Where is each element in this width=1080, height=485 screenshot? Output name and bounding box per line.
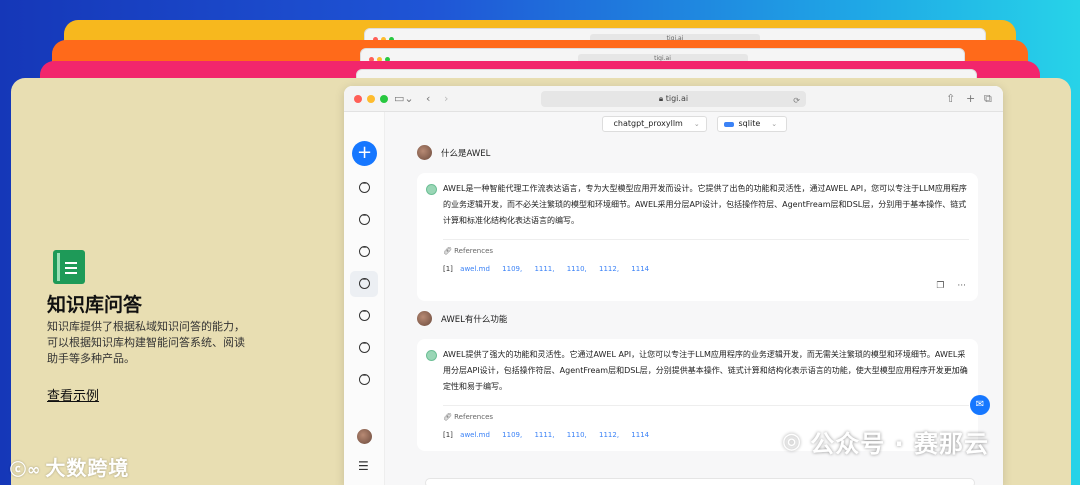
sidebar-chat-item[interactable] xyxy=(350,239,378,265)
avatar xyxy=(417,145,432,160)
sidebar-chat-item[interactable] xyxy=(350,207,378,233)
share-icon[interactable]: ⇧ xyxy=(946,92,955,105)
reference-page-link[interactable]: 1114 xyxy=(631,431,649,439)
view-example-link[interactable]: 查看示例 xyxy=(47,385,99,404)
back-icon[interactable]: ‹ xyxy=(426,92,430,105)
reference-file-link[interactable]: awel.md xyxy=(460,265,490,273)
maximize-window-icon[interactable] xyxy=(380,95,388,103)
brand-logo: ⓒ∞ 大数跨境 xyxy=(10,452,129,481)
model-select-value: chatgpt_proxyllm xyxy=(613,119,683,128)
chat-icon xyxy=(358,210,370,225)
chat-icon xyxy=(358,274,370,289)
sidebar-chat-item[interactable] xyxy=(350,367,378,393)
database-select[interactable]: sqlite ⌄ xyxy=(716,116,787,132)
chat-icon xyxy=(358,242,370,257)
address-url: tigi.ai xyxy=(665,94,689,103)
chat-icon xyxy=(358,370,370,385)
close-window-icon[interactable] xyxy=(354,95,362,103)
new-tab-icon[interactable]: + xyxy=(966,92,975,105)
question-text: AWEL有什么功能 xyxy=(441,314,508,325)
reference-page-link[interactable]: 1109, xyxy=(502,431,522,439)
reference-page-link[interactable]: 1109, xyxy=(502,265,522,273)
sidebar-chat-item[interactable] xyxy=(350,175,378,201)
app-sidebar: + ☰ ⚙ xyxy=(344,112,385,485)
chat-icon xyxy=(358,178,370,193)
references: 🔗︎ References [1] awel.md 1109, 1111, 11… xyxy=(443,239,969,277)
reference-file-link[interactable]: awel.md xyxy=(460,431,490,439)
book-icon xyxy=(53,250,85,284)
watermark-text: 公众号 · 赛那云 xyxy=(810,430,990,458)
chat-input[interactable] xyxy=(425,478,975,485)
link-icon: 🔗︎ xyxy=(443,413,452,421)
references-label: References xyxy=(454,413,494,421)
new-chat-button[interactable]: + xyxy=(352,141,377,166)
user-question: AWEL有什么功能 xyxy=(417,311,507,326)
assistant-avatar-icon xyxy=(426,350,437,361)
menu-icon[interactable]: ☰ xyxy=(358,459,369,473)
model-selector-bar: chatgpt_proxyllm ⌄ sqlite ⌄ xyxy=(385,116,1003,132)
references-label: References xyxy=(454,247,494,255)
link-icon: 🔗︎ xyxy=(443,247,452,255)
feature-description: 知识库提供了根据私域知识问答的能力，可以根据知识库构建智能问答系统、阅读助手等多… xyxy=(47,320,245,365)
assistant-avatar-icon xyxy=(426,184,437,195)
chat-icon xyxy=(358,306,370,321)
reference-index: [1] xyxy=(443,431,453,439)
wechat-icon: ◎ xyxy=(782,429,803,454)
sqlite-icon xyxy=(723,121,734,127)
answer-actions: ❐ ··· xyxy=(936,278,966,294)
sidebar-chat-item[interactable] xyxy=(350,335,378,361)
brand-name: 大数跨境 xyxy=(45,456,130,480)
tabs-overview-icon[interactable]: ⧉ xyxy=(984,92,992,106)
lock-icon: 🔒︎ xyxy=(658,94,664,103)
feature-title: 知识库问答 xyxy=(47,294,143,316)
reference-page-link[interactable]: 1111, xyxy=(534,431,554,439)
reload-icon[interactable]: ⟳ xyxy=(793,93,800,109)
user-question: 什么是AWEL xyxy=(417,145,490,160)
chevron-down-icon: ⌄ xyxy=(771,120,778,128)
user-avatar[interactable] xyxy=(357,429,372,444)
assistant-answer: AWEL是一种智能代理工作流表达语言，专为大型模型应用开发而设计。它提供了出色的… xyxy=(417,173,978,301)
reference-page-link[interactable]: 1112, xyxy=(599,431,619,439)
message-icon: ✉ xyxy=(975,399,985,410)
forward-icon[interactable]: › xyxy=(444,92,448,105)
avatar xyxy=(417,311,432,326)
database-select-value: sqlite xyxy=(738,119,761,128)
answer-text: AWEL是一种智能代理工作流表达语言，专为大型模型应用开发而设计。它提供了出色的… xyxy=(443,184,967,225)
minimize-window-icon[interactable] xyxy=(367,95,375,103)
address-bar[interactable]: 🔒︎ tigi.ai ⟳ xyxy=(541,91,806,107)
reference-page-link[interactable]: 1114 xyxy=(631,265,649,273)
chat-support-button[interactable]: ✉ xyxy=(970,395,990,415)
answer-text: AWEL提供了强大的功能和灵活性。它通过AWEL API，让您可以专注于LLM应… xyxy=(443,350,968,391)
more-icon[interactable]: ··· xyxy=(957,278,966,294)
chat-icon xyxy=(358,338,370,353)
sidebar-chat-item-active[interactable] xyxy=(350,271,378,297)
watermark: ◎ 公众号 · 赛那云 xyxy=(782,424,989,459)
question-text: 什么是AWEL xyxy=(441,148,491,159)
reference-page-link[interactable]: 1112, xyxy=(599,265,619,273)
sidebar-toggle-icon[interactable]: ▭⌄ xyxy=(394,92,414,105)
copy-icon[interactable]: ❐ xyxy=(936,278,944,294)
reference-page-link[interactable]: 1110, xyxy=(567,431,587,439)
model-select[interactable]: chatgpt_proxyllm ⌄ xyxy=(601,116,707,132)
reference-page-link[interactable]: 1110, xyxy=(567,265,587,273)
reference-page-link[interactable]: 1111, xyxy=(534,265,554,273)
logo-mark-icon: ⓒ∞ xyxy=(10,460,42,479)
reference-index: [1] xyxy=(443,265,453,273)
browser-titlebar: ▭⌄ ‹ › 🔒︎ tigi.ai ⟳ ⇧ + ⧉ xyxy=(344,86,1003,112)
chevron-down-icon: ⌄ xyxy=(693,120,700,128)
window-controls[interactable] xyxy=(354,95,388,103)
feature-panel: 知识库问答 知识库提供了根据私域知识问答的能力，可以根据知识库构建智能问答系统、… xyxy=(47,250,257,404)
sidebar-chat-item[interactable] xyxy=(350,303,378,329)
